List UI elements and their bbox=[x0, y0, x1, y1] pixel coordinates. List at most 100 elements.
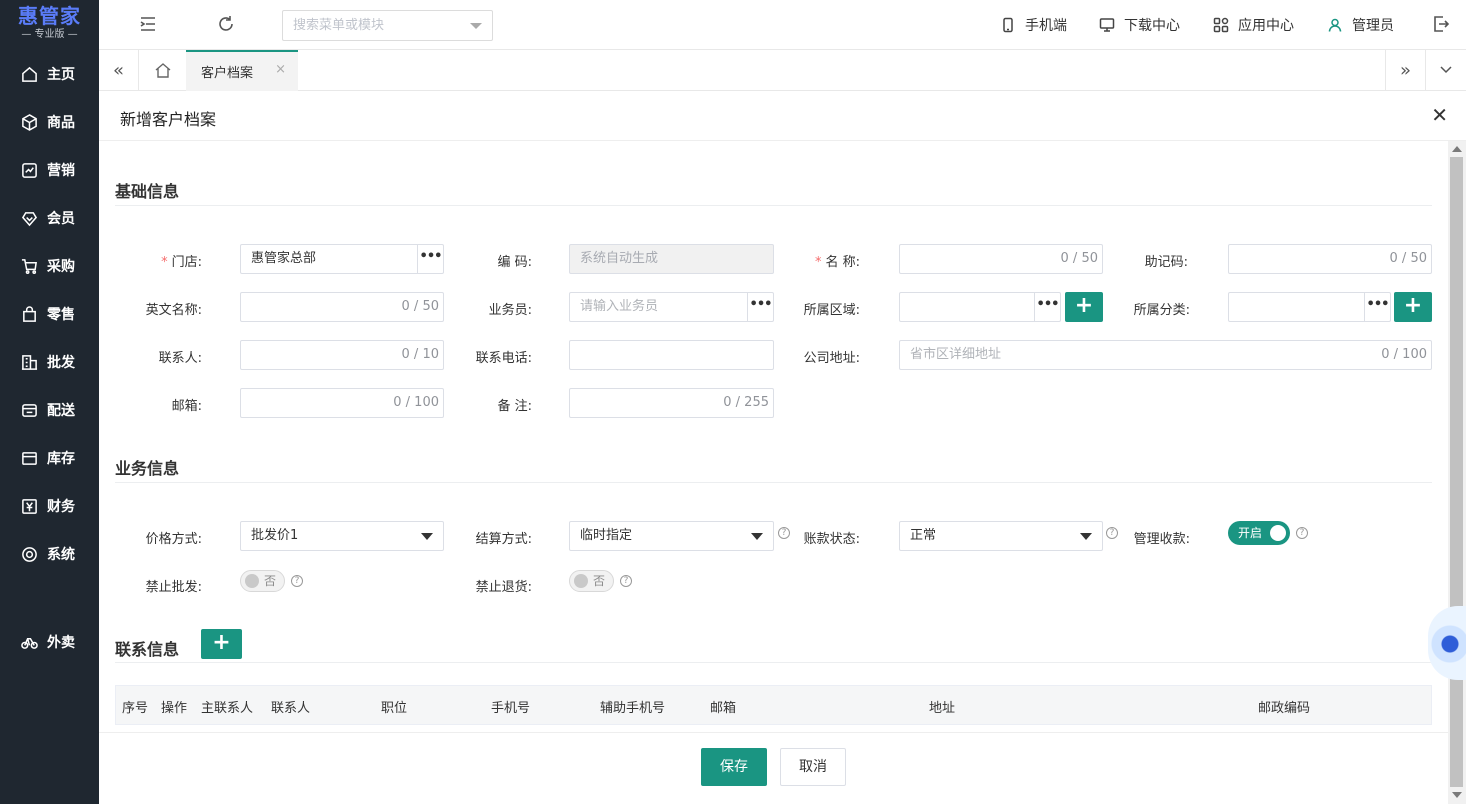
tabs-menu-chevron-icon[interactable] bbox=[1425, 50, 1466, 90]
ban-wholesale-toggle[interactable]: 否 bbox=[240, 570, 285, 592]
close-icon[interactable]: ✕ bbox=[1431, 103, 1448, 127]
scroll-down-icon[interactable] bbox=[1452, 792, 1462, 798]
email-field[interactable]: 0 / 100 bbox=[240, 388, 444, 418]
logo: 惠管家 — 专业版 — bbox=[0, 0, 99, 50]
scroll-up-icon[interactable] bbox=[1452, 146, 1462, 152]
category-field[interactable]: ••• bbox=[1228, 292, 1391, 322]
tabs-scroll-left-icon[interactable]: « bbox=[99, 50, 139, 90]
logo-title: 惠管家 bbox=[18, 4, 81, 28]
contacts-table-header: 序号 操作 主联系人 联系人 职位 手机号 辅助手机号 邮箱 地址 邮政编码 bbox=[115, 685, 1432, 725]
address-placeholder: 省市区详细地址 bbox=[910, 347, 1002, 362]
english-name-label: 英文名称: bbox=[145, 303, 202, 318]
sidebar-item-label: 采购 bbox=[47, 259, 75, 275]
save-button[interactable]: 保存 bbox=[701, 748, 767, 786]
ban-return-toggle[interactable]: 否 bbox=[569, 570, 614, 592]
account-status-label: 账款状态: bbox=[803, 532, 860, 547]
sidebar-item-home[interactable]: 主页 bbox=[0, 54, 99, 94]
assistant-bot-icon[interactable] bbox=[1428, 606, 1466, 680]
store-value: 惠管家总部 bbox=[251, 251, 317, 266]
sidebar-item-label: 会员 bbox=[47, 211, 75, 227]
name-count: 0 / 50 bbox=[1060, 251, 1098, 266]
sidebar-item-label: 主页 bbox=[47, 67, 75, 83]
download-center-link[interactable]: 下载中心 bbox=[1099, 15, 1180, 35]
address-field[interactable]: 省市区详细地址 0 / 100 bbox=[899, 340, 1432, 370]
phone-field[interactable] bbox=[569, 340, 774, 370]
cancel-button[interactable]: 取消 bbox=[780, 748, 846, 786]
sidebar-item-purchase[interactable]: 采购 bbox=[0, 246, 99, 286]
sidebar-item-retail[interactable]: 零售 bbox=[0, 294, 99, 334]
mnemonic-field[interactable]: 0 / 50 bbox=[1228, 244, 1432, 274]
sidebar-item-marketing[interactable]: 营销 bbox=[0, 150, 99, 190]
contact-count: 0 / 10 bbox=[401, 347, 439, 362]
home-tab-icon[interactable] bbox=[139, 50, 186, 90]
tab-label: 客户档案 bbox=[201, 66, 254, 81]
column-header: 主联系人 bbox=[201, 701, 254, 716]
logo-subtitle: — 专业版 — bbox=[21, 29, 78, 40]
toggle-label: 否 bbox=[593, 574, 606, 588]
sidebar-item-delivery[interactable]: 配送 bbox=[0, 390, 99, 430]
english-name-field[interactable]: 0 / 50 bbox=[240, 292, 444, 322]
salesman-placeholder: 请输入业务员 bbox=[580, 299, 659, 314]
contact-field[interactable]: 0 / 10 bbox=[240, 340, 444, 370]
sidebar-item-takeaway[interactable]: 外卖 bbox=[0, 622, 99, 662]
tab-customer-archive[interactable]: 客户档案 × bbox=[186, 50, 298, 91]
scrollbar-thumb[interactable] bbox=[1450, 157, 1463, 787]
sidebar-item-finance[interactable]: 财务 bbox=[0, 486, 99, 526]
sidebar-item-label: 批发 bbox=[47, 355, 75, 371]
mnemonic-count: 0 / 50 bbox=[1389, 251, 1427, 266]
help-icon[interactable]: ? bbox=[620, 575, 632, 587]
price-method-value: 批发价1 bbox=[251, 528, 299, 543]
sidebar-item-inventory[interactable]: 库存 bbox=[0, 438, 99, 478]
price-method-label: 价格方式: bbox=[145, 532, 202, 547]
divider bbox=[115, 662, 1432, 663]
settlement-label: 结算方式: bbox=[475, 532, 532, 547]
settlement-select[interactable]: 临时指定 bbox=[569, 521, 774, 551]
ban-return-label: 禁止退货: bbox=[475, 580, 532, 595]
chevron-down-icon bbox=[470, 23, 482, 29]
help-icon[interactable]: ? bbox=[291, 575, 303, 587]
bag-icon bbox=[23, 305, 36, 322]
help-icon[interactable]: ? bbox=[1106, 527, 1118, 539]
close-tab-icon[interactable]: × bbox=[275, 62, 286, 77]
add-category-button[interactable]: + bbox=[1394, 292, 1432, 322]
account-status-select[interactable]: 正常 bbox=[899, 521, 1103, 551]
divider bbox=[115, 205, 1432, 206]
refresh-icon[interactable] bbox=[217, 15, 237, 35]
cart-icon bbox=[21, 258, 37, 274]
divider bbox=[115, 482, 1432, 483]
section-contacts-title: 联系信息 bbox=[115, 640, 180, 659]
column-header: 辅助手机号 bbox=[600, 701, 666, 716]
add-region-button[interactable]: + bbox=[1065, 292, 1103, 322]
manage-collection-label: 管理收款: bbox=[1133, 532, 1190, 547]
column-header: 手机号 bbox=[491, 701, 531, 716]
sidebar-item-wholesale[interactable]: 批发 bbox=[0, 342, 99, 382]
column-header: 职位 bbox=[381, 701, 408, 716]
help-icon[interactable]: ? bbox=[1296, 527, 1308, 539]
sidebar-item-member[interactable]: 会员 bbox=[0, 198, 99, 238]
salesman-field[interactable]: 请输入业务员 ••• bbox=[569, 292, 774, 322]
remark-field[interactable]: 0 / 255 bbox=[569, 388, 774, 418]
mnemonic-label: 助记码: bbox=[1144, 255, 1188, 270]
more-icon[interactable]: ••• bbox=[417, 245, 443, 273]
sidebar-item-label: 配送 bbox=[47, 403, 75, 419]
bike-icon bbox=[21, 637, 38, 649]
more-icon[interactable]: ••• bbox=[747, 293, 773, 321]
tabs-bar: « 客户档案 × » bbox=[99, 50, 1466, 91]
app-center-link[interactable]: 应用中心 bbox=[1213, 15, 1294, 35]
logout-icon[interactable] bbox=[1432, 15, 1452, 35]
region-field[interactable]: ••• bbox=[899, 292, 1061, 322]
user-menu[interactable]: 管理员 bbox=[1327, 15, 1394, 35]
more-icon[interactable]: ••• bbox=[1034, 293, 1060, 321]
tabs-scroll-right-icon[interactable]: » bbox=[1385, 50, 1425, 90]
store-field[interactable]: 惠管家总部 ••• bbox=[240, 244, 444, 274]
collapse-menu-icon[interactable] bbox=[139, 15, 159, 35]
sidebar-item-system[interactable]: 系统 bbox=[0, 534, 99, 574]
price-method-select[interactable]: 批发价1 bbox=[240, 521, 444, 551]
manage-collection-toggle[interactable]: 开启 bbox=[1228, 521, 1290, 545]
name-field[interactable]: 0 / 50 bbox=[899, 244, 1103, 274]
menu-search-input[interactable]: 搜索菜单或模块 bbox=[282, 10, 493, 41]
more-icon[interactable]: ••• bbox=[1364, 293, 1390, 321]
sidebar-item-goods[interactable]: 商品 bbox=[0, 102, 99, 142]
add-contact-button[interactable]: + bbox=[201, 629, 242, 659]
mobile-link[interactable]: 手机端 bbox=[1000, 15, 1067, 35]
